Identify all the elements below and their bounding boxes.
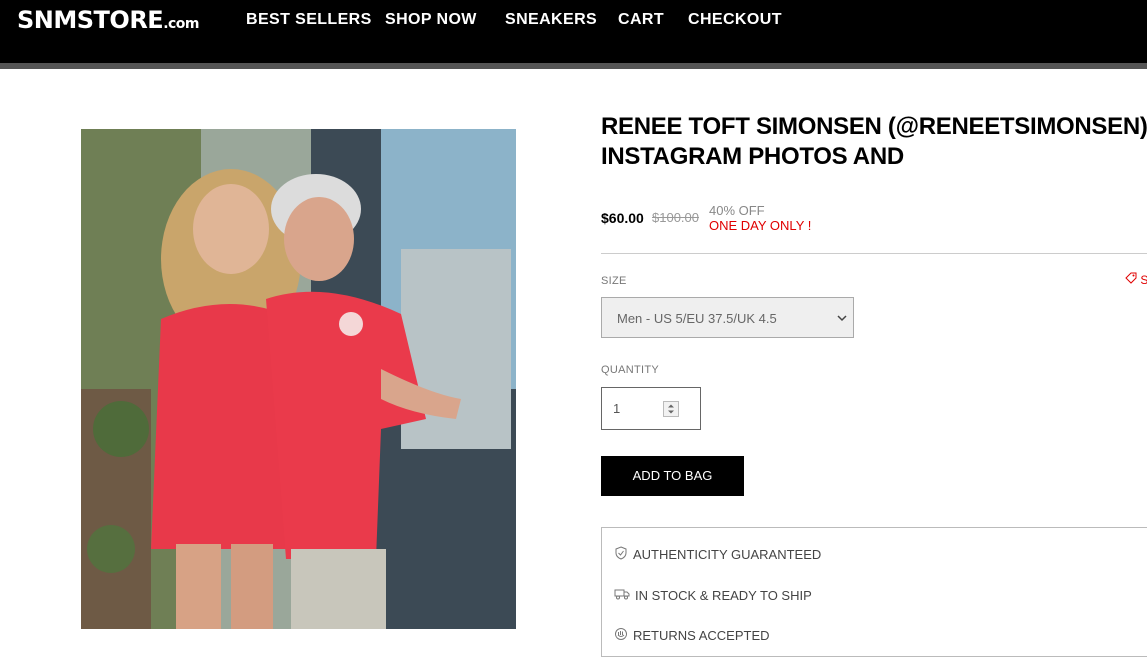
feature-label: AUTHENTICITY GUARANTEED [633,547,822,562]
quantity-spinner[interactable] [663,401,679,417]
site-header: SNMSTORE.com BEST SELLERS SHOP NOW SNEAK… [0,0,1147,63]
feature-authenticity: AUTHENTICITY GUARANTEED [614,546,821,562]
truck-icon [614,589,630,600]
logo-text: SNMSTORE [17,6,164,34]
site-logo[interactable]: SNMSTORE.com [17,6,200,34]
size-select[interactable]: Men - US 5/EU 37.5/UK 4.5 [601,297,854,338]
size-label: SIZE [601,275,627,287]
nav-checkout[interactable]: CHECKOUT [688,11,782,29]
product-photo [81,129,516,629]
original-price: $100.00 [652,210,699,225]
tag-icon [1125,272,1137,284]
features-box: AUTHENTICITY GUARANTEED IN STOCK & READY… [601,527,1147,657]
add-to-bag-button[interactable]: ADD TO BAG [601,456,744,496]
nav-best-sellers[interactable]: BEST SELLERS [246,11,372,29]
discount-label: 40% OFF [709,203,765,218]
quantity-value: 1 [613,401,621,416]
product-title-line2: INSTAGRAM PHOTOS AND [601,143,904,170]
feature-label: IN STOCK & READY TO SHIP [635,588,812,603]
sale-price: $60.00 [601,210,644,226]
chevron-down-icon [837,315,847,322]
quantity-label: QUANTITY [601,364,660,376]
product-title: RENEE TOFT SIMONSEN (@RENEETSIMONSEN) • … [601,112,1147,172]
size-guide-label: S [1140,273,1147,287]
shield-check-icon [615,546,627,560]
nav-shop-now[interactable]: SHOP NOW [385,11,477,29]
section-divider [601,253,1147,254]
nav-sneakers[interactable]: SNEAKERS [505,11,597,29]
size-guide-link[interactable]: S [1125,272,1147,287]
feature-in-stock: IN STOCK & READY TO SHIP [614,587,812,603]
logo-suffix: .com [163,16,200,32]
quantity-stepper[interactable]: 1 [601,387,701,430]
product-title-line1: RENEE TOFT SIMONSEN (@RENEETSIMONSEN) • [601,113,1147,140]
spinner-arrows-icon [668,404,674,414]
product-image[interactable] [81,129,516,629]
header-divider [0,63,1147,69]
feature-label: RETURNS ACCEPTED [633,628,770,643]
size-select-value: Men - US 5/EU 37.5/UK 4.5 [617,311,777,326]
feature-returns: RETURNS ACCEPTED [614,627,770,643]
promo-label: ONE DAY ONLY ! [709,218,812,233]
nav-cart[interactable]: CART [618,11,664,29]
return-hand-icon [615,628,627,640]
